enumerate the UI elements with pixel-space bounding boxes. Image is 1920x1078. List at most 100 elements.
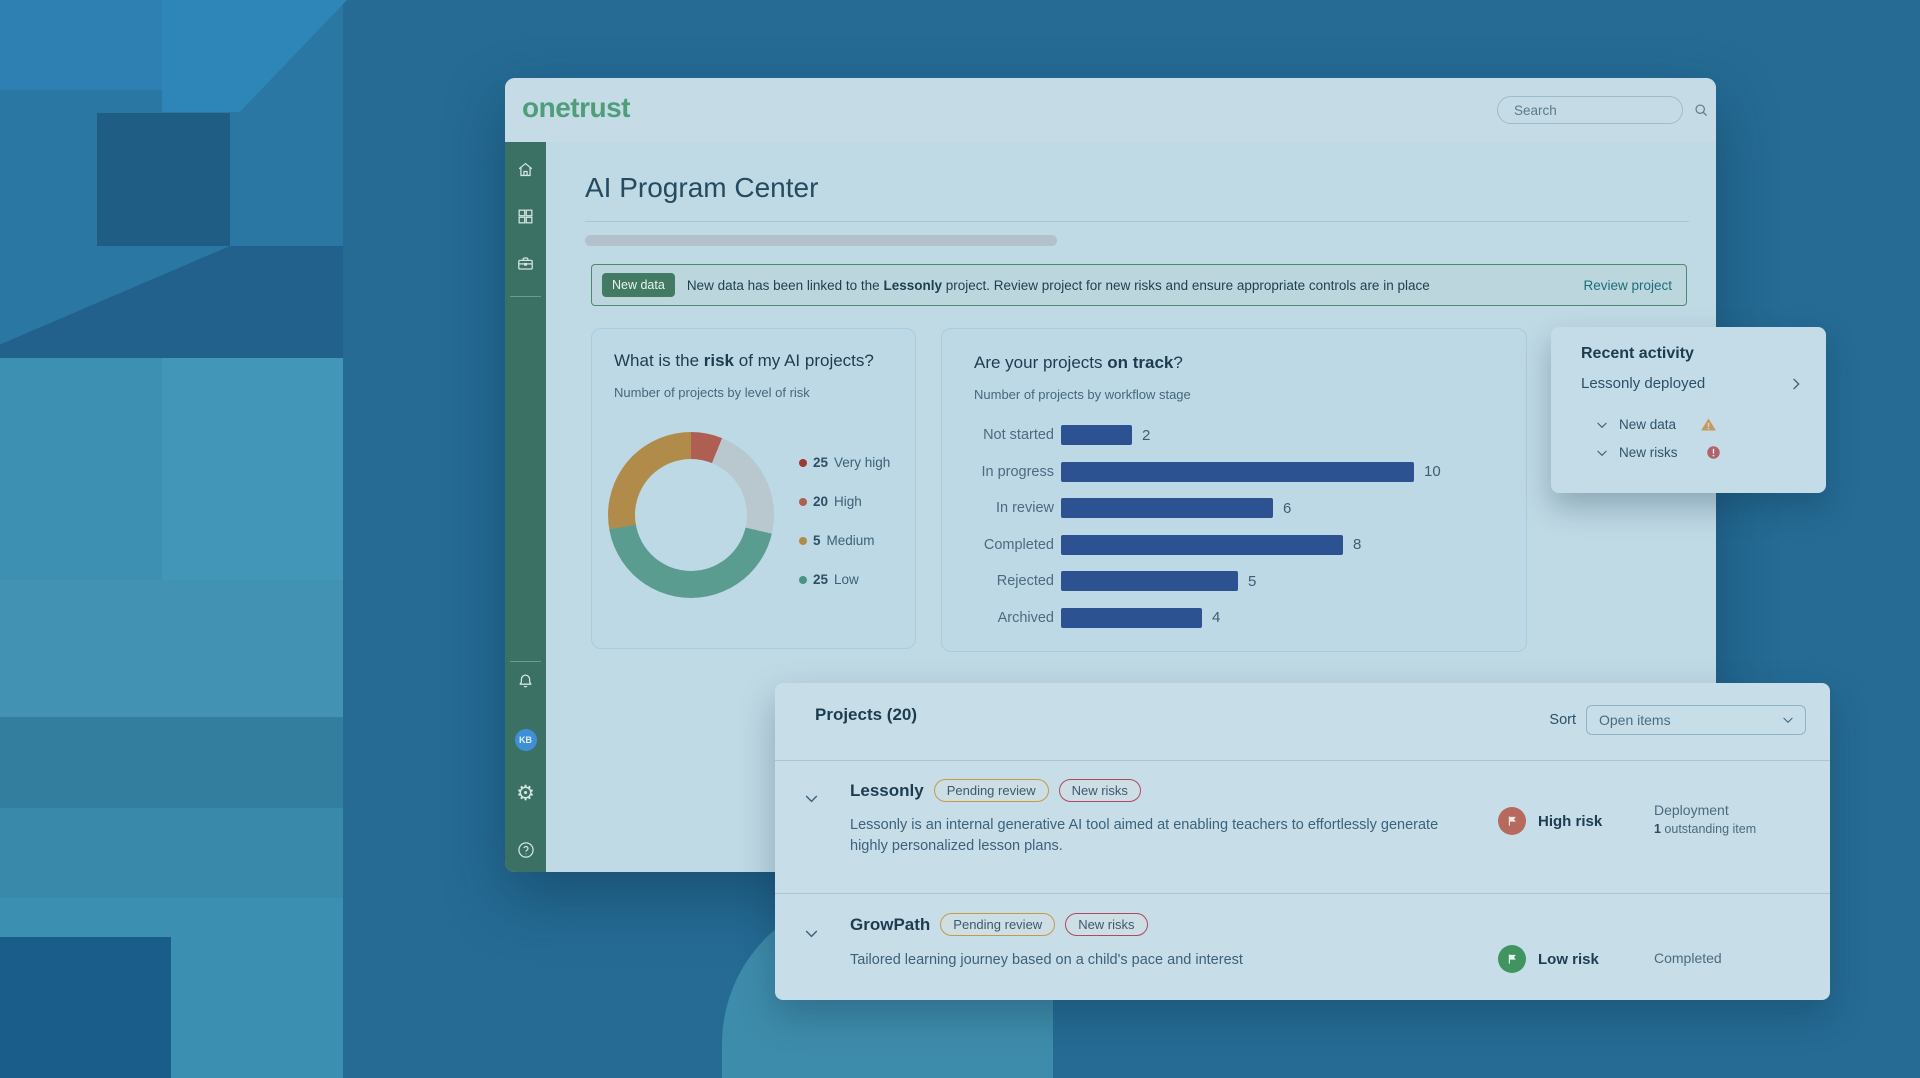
bell-icon	[516, 672, 535, 696]
chevron-down-icon[interactable]	[803, 925, 820, 947]
bar-row: Not started 2	[942, 425, 1502, 445]
background-shape	[0, 937, 171, 1078]
gear-icon: ⚙	[516, 783, 535, 804]
background-shape	[162, 358, 343, 580]
stage-group: Completed	[1654, 950, 1722, 966]
bar-chart: Not started 2 In progress 10 In review 6…	[942, 425, 1502, 644]
bar-not-started	[1061, 425, 1132, 445]
bar-archived	[1061, 608, 1202, 628]
table-row: Lessonly Pending review New risks Lesson…	[775, 760, 1830, 893]
background-shape	[97, 113, 230, 246]
legend-item: 25 Very high	[799, 443, 890, 482]
alert-circle-icon	[1706, 445, 1721, 460]
chevron-down-icon[interactable]	[803, 790, 820, 812]
activity-item-new-risks[interactable]: New risks	[1595, 445, 1804, 460]
low-risk-flag-icon	[1498, 945, 1526, 973]
bar-rejected	[1061, 571, 1238, 591]
bar-row: Rejected 5	[942, 571, 1502, 591]
legend-item: 25 Low	[799, 560, 890, 599]
chart-title: Are your projects on track?	[974, 353, 1502, 373]
donut-hole	[635, 459, 747, 571]
project-name[interactable]: Lessonly	[850, 781, 924, 801]
background-shape	[0, 358, 162, 580]
sidebar-item-profile[interactable]: KB	[505, 729, 546, 751]
bar-row: In progress 10	[942, 462, 1502, 482]
legend-dot-very-high	[799, 459, 807, 467]
bar-row: Completed 8	[942, 535, 1502, 555]
sidebar-divider	[510, 661, 541, 662]
projects-panel: Projects (20) Sort Open items Lessonly P…	[775, 683, 1830, 1000]
legend-dot-low	[799, 576, 807, 584]
stage-group: Deployment 1 outstanding item	[1654, 802, 1756, 836]
legend-dot-high	[799, 498, 807, 506]
chart-title: What is the risk of my AI projects?	[614, 351, 893, 371]
status-badge-new-risks: New risks	[1065, 913, 1147, 936]
sidebar-item-projects[interactable]	[505, 254, 546, 278]
risk-chart-card: What is the risk of my AI projects? Numb…	[591, 328, 916, 649]
bar-completed	[1061, 535, 1343, 555]
sidebar-item-apps[interactable]	[505, 207, 546, 231]
status-badge-new-risks: New risks	[1059, 779, 1141, 802]
legend-item: 20 High	[799, 482, 890, 521]
projects-title: Projects (20)	[815, 705, 917, 725]
sort-selected-value: Open items	[1599, 712, 1781, 728]
bar-row: In review 6	[942, 498, 1502, 518]
bar-in-progress	[1061, 462, 1414, 482]
legend-dot-medium	[799, 537, 807, 545]
help-icon	[516, 840, 536, 865]
stage-label: Completed	[1654, 950, 1722, 966]
project-description: Tailored learning journey based on a chi…	[850, 950, 1480, 971]
status-badge: New data	[602, 273, 675, 297]
sidebar: KB ⚙	[505, 142, 546, 872]
sort-group: Sort Open items	[1549, 705, 1806, 735]
search-box[interactable]	[1497, 96, 1683, 124]
sidebar-item-help[interactable]	[505, 840, 546, 865]
activity-event-row: Lessonly deployed	[1581, 375, 1804, 392]
banner-message: New data has been linked to the Lessonly…	[687, 278, 1572, 293]
background-shape	[0, 808, 343, 898]
bar-row: Archived 4	[942, 608, 1502, 628]
chevron-down-icon	[1595, 446, 1609, 460]
project-description: Lessonly is an internal generative AI to…	[850, 815, 1480, 857]
onetrust-logo: onetrust	[522, 92, 630, 124]
workflow-chart-card: Are your projects on track? Number of pr…	[941, 328, 1527, 652]
risk-donut	[608, 432, 774, 598]
chart-subtitle: Number of projects by workflow stage	[974, 387, 1502, 402]
sidebar-item-notifications[interactable]	[505, 672, 546, 696]
top-bar: onetrust	[505, 78, 1716, 142]
table-row: GrowPath Pending review New risks Tailor…	[775, 893, 1830, 1000]
title-divider	[585, 221, 1689, 222]
risk-level-label: Low risk	[1538, 951, 1599, 968]
new-data-banner: New data New data has been linked to the…	[591, 264, 1687, 306]
recent-activity-title: Recent activity	[1581, 345, 1804, 363]
risk-level-label: High risk	[1538, 813, 1602, 830]
search-icon	[1693, 102, 1709, 118]
background-shape	[0, 580, 343, 717]
review-project-link[interactable]: Review project	[1583, 278, 1672, 293]
chevron-right-icon[interactable]	[1788, 376, 1804, 392]
loading-placeholder-bar	[585, 235, 1057, 246]
recent-activity-card: Recent activity Lessonly deployed New da…	[1551, 327, 1826, 493]
chevron-down-icon	[1595, 418, 1609, 432]
avatar: KB	[515, 729, 537, 751]
activity-item-new-data[interactable]: New data	[1595, 416, 1804, 433]
chevron-down-icon	[1781, 713, 1795, 727]
briefcase-icon	[516, 254, 535, 278]
apps-grid-icon	[516, 207, 535, 231]
search-input[interactable]	[1512, 102, 1693, 119]
risk-legend: 25 Very high 20 High 5 Medium 25 Low	[799, 443, 890, 599]
background-shape	[0, 717, 343, 808]
warning-triangle-icon	[1700, 416, 1717, 433]
legend-item: 5 Medium	[799, 521, 890, 560]
chart-subtitle: Number of projects by level of risk	[614, 385, 893, 400]
sidebar-item-home[interactable]	[505, 160, 546, 184]
bar-in-review	[1061, 498, 1273, 518]
page-title: AI Program Center	[585, 172, 818, 204]
sidebar-divider	[510, 296, 541, 297]
status-badge-pending-review: Pending review	[934, 779, 1049, 802]
sort-label: Sort	[1549, 712, 1576, 728]
project-name[interactable]: GrowPath	[850, 915, 930, 935]
outstanding-items: 1 outstanding item	[1654, 822, 1756, 836]
sort-dropdown[interactable]: Open items	[1586, 705, 1806, 735]
sidebar-item-settings[interactable]: ⚙	[505, 783, 546, 804]
